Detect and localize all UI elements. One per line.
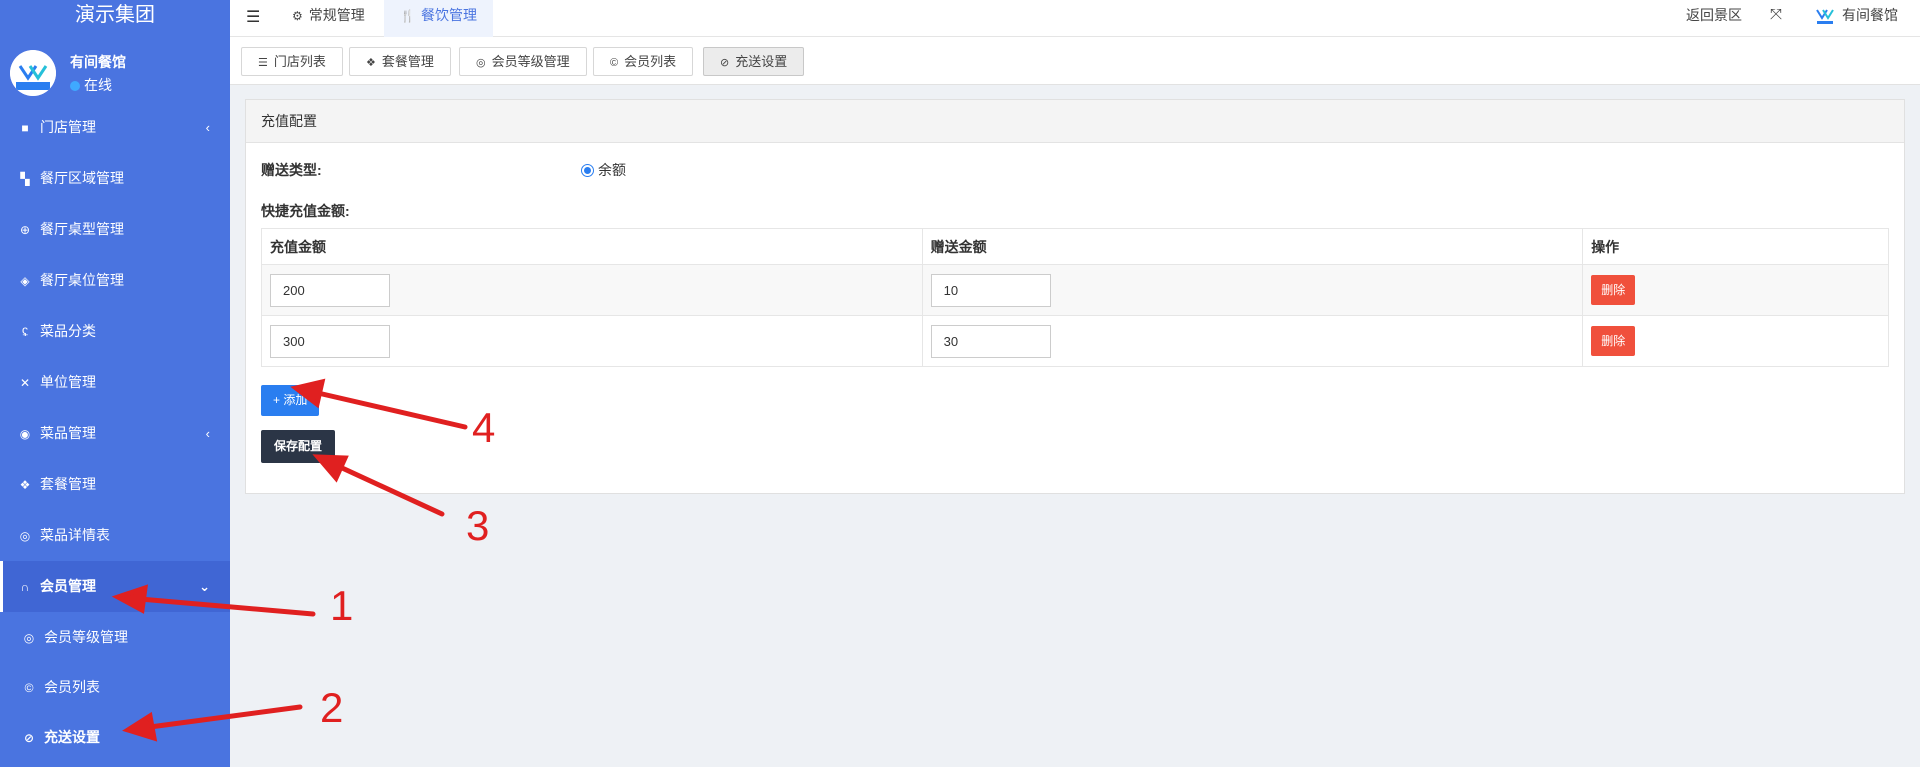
arrow-2-head-icon <box>122 711 158 742</box>
annotation-number: 2 <box>320 684 344 731</box>
arrow-4 <box>315 390 468 430</box>
arrow-1 <box>137 596 316 617</box>
arrow-4-head-icon <box>290 378 326 409</box>
arrow-2 <box>147 704 303 730</box>
arrow-1-head-icon <box>111 584 149 614</box>
arrow-3 <box>337 464 445 517</box>
annotation-number: 1 <box>330 582 354 629</box>
annotation-arrows <box>111 378 468 742</box>
annotation-number: 3 <box>466 502 490 549</box>
arrow-3-head-icon <box>312 454 349 483</box>
annotation-number: 4 <box>472 404 496 451</box>
